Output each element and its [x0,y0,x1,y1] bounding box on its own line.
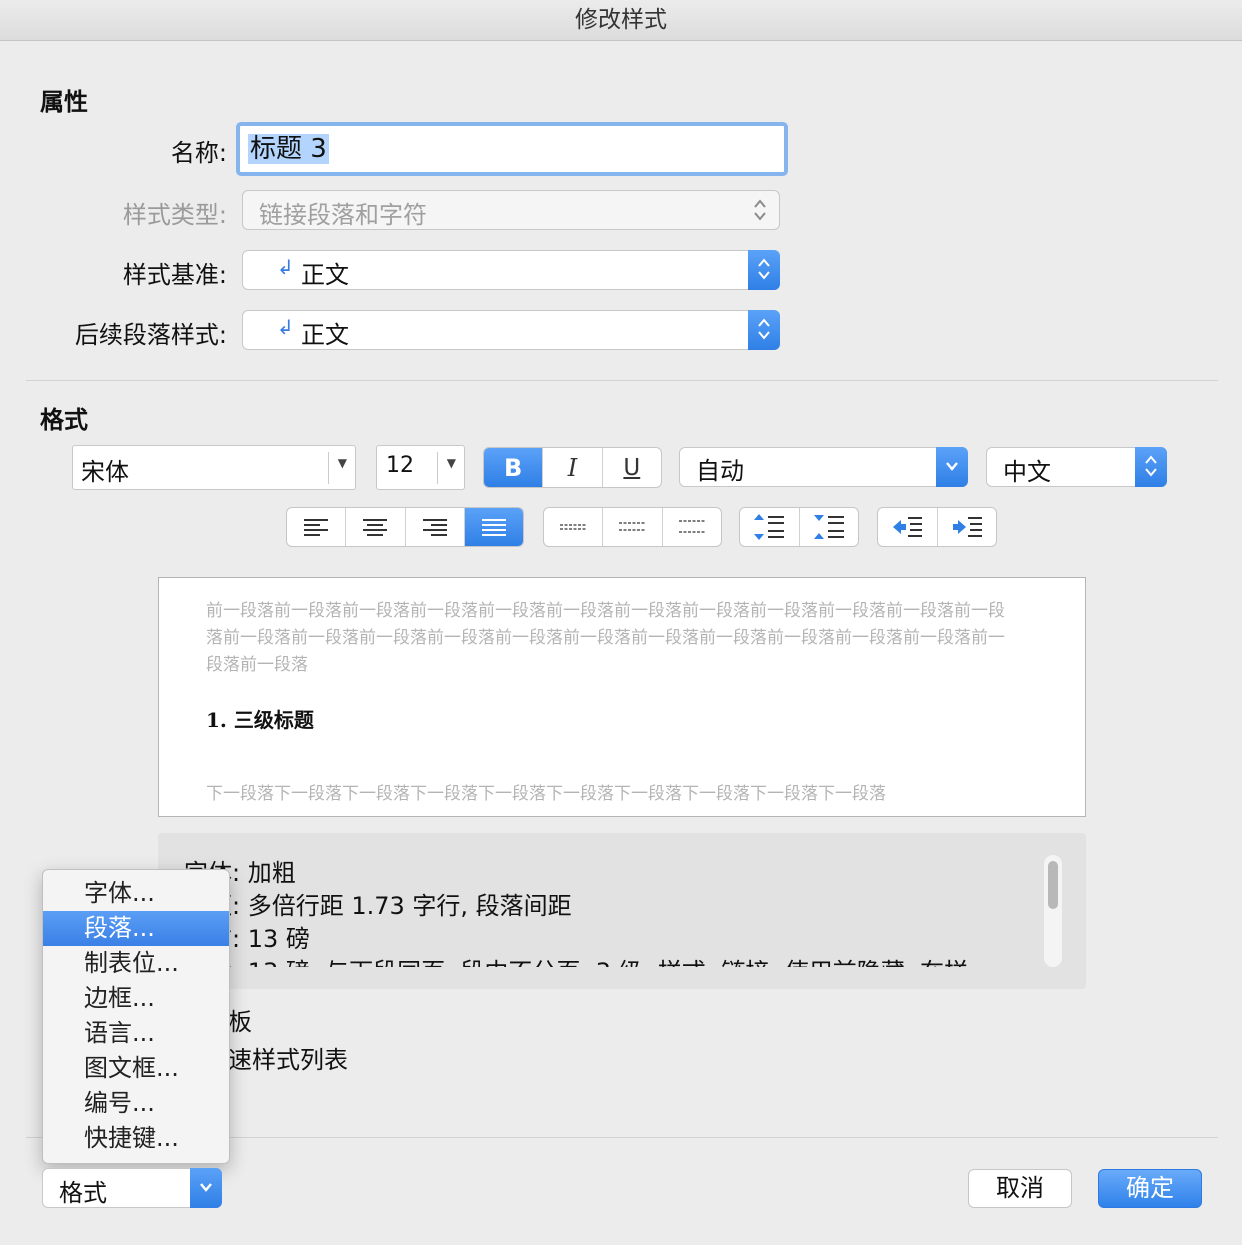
menu-item-shortcut[interactable]: 快捷键... [43,1121,229,1156]
section-divider [26,380,1218,381]
chevron-down-icon [190,1168,222,1208]
decrease-paragraph-spacing-button[interactable] [800,508,859,546]
menu-item-tabs[interactable]: 制表位... [43,946,229,981]
ok-button[interactable]: 确定 [1098,1169,1202,1208]
increase-spacing-icon [754,514,785,540]
combo-divider [328,452,329,484]
align-right-button[interactable] [406,508,465,546]
preview-heading: 1. 三级标题 [206,708,314,732]
name-input[interactable]: 标题 3 [236,122,788,176]
font-size-combobox[interactable]: 12 ▼ [376,445,465,490]
stepper-icon [748,250,780,290]
based-on-value: 正文 [301,261,349,289]
align-center-icon [363,519,388,536]
chevron-down-icon[interactable]: ▼ [447,456,456,470]
stepper-icon [749,191,771,229]
paragraph-mark-icon: ↲ [277,315,294,339]
format-button-label: 格式 [59,1179,107,1207]
preview-previous-paragraph: 前一段落前一段落前一段落前一段落前一段落前一段落前一段落前一段落前一段落前一段落… [206,601,1005,675]
properties-heading: 属性 [40,88,88,116]
paragraph-mark-icon: ↲ [277,255,294,279]
decrease-spacing-icon [813,515,844,539]
decrease-indent-button[interactable] [878,508,938,546]
increase-indent-button[interactable] [938,508,997,546]
align-justify-button[interactable] [464,508,523,546]
window-title: 修改样式 [575,7,667,33]
indent-buttons [877,507,997,547]
menu-item-numbering[interactable]: 编号... [43,1086,229,1121]
description-clip [158,967,1058,989]
format-menu-button[interactable]: 格式 [42,1168,222,1208]
style-description: 字体: 加粗 行距: 多倍行距 1.73 字行, 段落间距 段前: 13 磅 段… [158,833,1086,989]
style-type-label: 样式类型: [122,201,227,229]
one-half-spacing-button[interactable] [603,508,663,546]
description-line: 段前: 13 磅 [184,925,310,953]
line-spacing-single-icon [560,524,587,530]
line-spacing-double-icon [678,520,705,533]
style-preview: 前一段落前一段落前一段落前一段落前一段落前一段落前一段落前一段落前一段落前一段落… [158,577,1086,817]
next-style-popup[interactable]: ↲ 正文 [242,310,780,350]
chevron-down-icon [936,447,968,487]
combo-divider [437,452,438,484]
font-name-combobox[interactable]: 宋体 ▼ [72,445,356,490]
script-value: 中文 [1003,458,1051,486]
description-line: 字体: 加粗 [184,859,296,887]
add-to-quick-style-option[interactable]: 速样式列表 [228,1040,348,1075]
font-color-value: 自动 [696,457,744,485]
preview-next-paragraph: 下一段落下一段落下一段落下一段落下一段落下一段落下一段落下一段落下一段落下一段落 [206,784,886,804]
double-spacing-button[interactable] [663,508,721,546]
menu-item-paragraph[interactable]: 段落... [43,911,229,946]
font-size-value: 12 [386,453,414,478]
italic-button[interactable]: I [543,448,603,487]
style-type-popup: 链接段落和字符 [242,190,780,230]
name-value: 标题 3 [248,134,329,164]
single-spacing-button[interactable] [544,508,604,546]
underline-button[interactable]: U [603,448,661,487]
menu-item-border[interactable]: 边框... [43,981,229,1016]
paragraph-spacing-buttons [739,507,859,547]
description-scrollbar[interactable] [1044,855,1062,967]
style-type-value: 链接段落和字符 [259,201,427,229]
format-heading: 格式 [40,406,88,434]
bold-button[interactable]: B [484,448,544,487]
font-color-popup[interactable]: 自动 [679,447,968,487]
description-line: 行距: 多倍行距 1.73 字行, 段落间距 [184,892,572,920]
font-name-value: 宋体 [81,458,129,486]
line-spacing-onehalf-icon [619,522,646,531]
next-style-label: 后续段落样式: [74,321,227,349]
next-style-value: 正文 [301,321,349,349]
alignment-buttons [286,507,524,547]
increase-paragraph-spacing-button[interactable] [740,508,800,546]
align-center-button[interactable] [346,508,406,546]
based-on-popup[interactable]: ↲ 正文 [242,250,780,290]
cancel-button[interactable]: 取消 [968,1169,1072,1208]
align-right-icon [422,519,447,536]
add-to-template-option[interactable]: 板 [228,1002,252,1037]
stepper-icon [1135,447,1167,487]
menu-item-frame[interactable]: 图文框... [43,1051,229,1086]
window-titlebar: 修改样式 [0,0,1242,41]
stepper-icon [748,310,780,350]
text-style-buttons: B I U [483,447,662,488]
decrease-indent-icon [893,517,923,537]
menu-item-language[interactable]: 语言... [43,1016,229,1051]
align-left-button[interactable] [287,508,347,546]
based-on-label: 样式基准: [122,261,227,289]
line-spacing-buttons [543,507,722,547]
format-menu: 字体... 段落... 制表位... 边框... 语言... 图文框... 编号… [42,869,230,1164]
menu-item-font[interactable]: 字体... [43,876,229,911]
align-justify-icon [481,519,506,536]
script-popup[interactable]: 中文 [986,447,1167,487]
name-label: 名称: [170,139,227,167]
increase-indent-icon [952,517,982,537]
align-left-icon [304,519,329,536]
scrollbar-thumb[interactable] [1048,861,1058,909]
chevron-down-icon[interactable]: ▼ [338,456,347,470]
